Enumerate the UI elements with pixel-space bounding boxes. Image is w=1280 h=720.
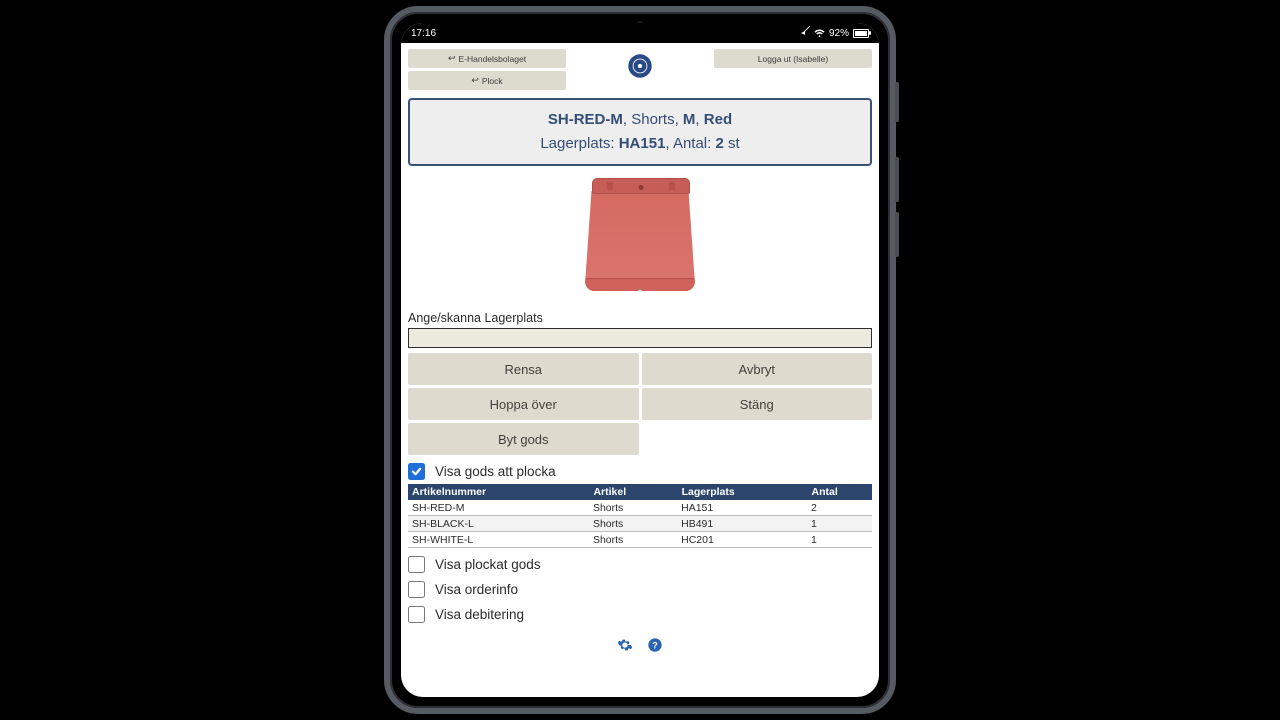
col-artnr: Artikelnummer — [408, 484, 589, 500]
table-row[interactable]: SH-RED-MShortsHA1512 — [408, 500, 872, 516]
skip-button[interactable]: Hoppa över — [408, 388, 639, 420]
close-button[interactable]: Stäng — [642, 388, 873, 420]
svg-text:?: ? — [652, 640, 658, 650]
show-picked-label: Visa plockat gods — [435, 557, 541, 572]
pick-table: Artikelnummer Artikel Lagerplats Antal S… — [408, 484, 872, 548]
logout-button[interactable]: Logga ut (Isabelle) — [714, 49, 872, 68]
breadcrumb-pick-label: Plock — [482, 76, 503, 86]
summary-line-2: Lagerplats: HA151, Antal: 2 st — [416, 132, 864, 156]
show-orderinfo-label: Visa orderinfo — [435, 582, 518, 597]
breadcrumb-pick-button[interactable]: ↩ Plock — [408, 71, 566, 90]
show-to-pick-label: Visa gods att plocka — [435, 464, 556, 479]
checkbox-unchecked-icon — [408, 606, 425, 623]
table-cell: Shorts — [589, 500, 677, 516]
table-cell: 1 — [807, 532, 872, 548]
checkbox-checked-icon — [408, 463, 425, 480]
help-icon[interactable]: ? — [647, 637, 663, 653]
breadcrumb-company-button[interactable]: ↩ E-Handelsbolaget — [408, 49, 566, 68]
col-location: Lagerplats — [677, 484, 807, 500]
tablet-frame: 17:16 92% ↩ E-Handelsbolaget — [384, 6, 896, 714]
show-to-pick-row[interactable]: Visa gods att plocka — [408, 463, 872, 480]
clear-button[interactable]: Rensa — [408, 353, 639, 385]
item-summary-box: SH-RED-M, Shorts, M, Red Lagerplats: HA1… — [408, 98, 872, 166]
table-cell: SH-RED-M — [408, 500, 589, 516]
table-cell: HA151 — [677, 500, 807, 516]
summary-line-1: SH-RED-M, Shorts, M, Red — [416, 108, 864, 132]
table-cell: Shorts — [589, 516, 677, 532]
clock: 17:16 — [411, 28, 436, 39]
show-picked-row[interactable]: Visa plockat gods — [408, 556, 872, 573]
table-row[interactable]: SH-BLACK-LShortsHB4911 — [408, 516, 872, 532]
mute-icon — [801, 29, 810, 38]
table-header-row: Artikelnummer Artikel Lagerplats Antal — [408, 484, 872, 500]
back-arrow-icon: ↩ — [471, 75, 479, 86]
table-cell: Shorts — [589, 532, 677, 548]
back-arrow-icon: ↩ — [448, 53, 456, 64]
battery-icon — [853, 29, 869, 38]
table-cell: HB491 — [677, 516, 807, 532]
scan-location-input[interactable] — [408, 328, 872, 348]
breadcrumb-company-label: E-Handelsbolaget — [458, 54, 526, 64]
table-cell: 2 — [807, 500, 872, 516]
app-logo — [623, 49, 657, 83]
logout-label: Logga ut (Isabelle) — [758, 54, 828, 64]
power-button — [895, 82, 899, 122]
scan-field-label: Ange/skanna Lagerplats — [408, 311, 872, 325]
cancel-button[interactable]: Avbryt — [642, 353, 873, 385]
product-image — [570, 172, 710, 307]
table-cell: 1 — [807, 516, 872, 532]
table-cell: SH-BLACK-L — [408, 516, 589, 532]
volume-up-button — [895, 157, 899, 202]
table-cell: HC201 — [677, 532, 807, 548]
checkbox-unchecked-icon — [408, 556, 425, 573]
table-row[interactable]: SH-WHITE-LShortsHC2011 — [408, 532, 872, 548]
col-article: Artikel — [589, 484, 677, 500]
wifi-icon — [814, 29, 825, 38]
show-orderinfo-row[interactable]: Visa orderinfo — [408, 581, 872, 598]
col-qty: Antal — [807, 484, 872, 500]
settings-icon[interactable] — [617, 637, 633, 653]
checkbox-unchecked-icon — [408, 581, 425, 598]
table-cell: SH-WHITE-L — [408, 532, 589, 548]
battery-percent: 92% — [829, 28, 849, 39]
status-bar: 17:16 92% — [401, 23, 879, 43]
volume-down-button — [895, 212, 899, 257]
show-billing-row[interactable]: Visa debitering — [408, 606, 872, 623]
show-billing-label: Visa debitering — [435, 607, 524, 622]
swap-goods-button[interactable]: Byt gods — [408, 423, 639, 455]
